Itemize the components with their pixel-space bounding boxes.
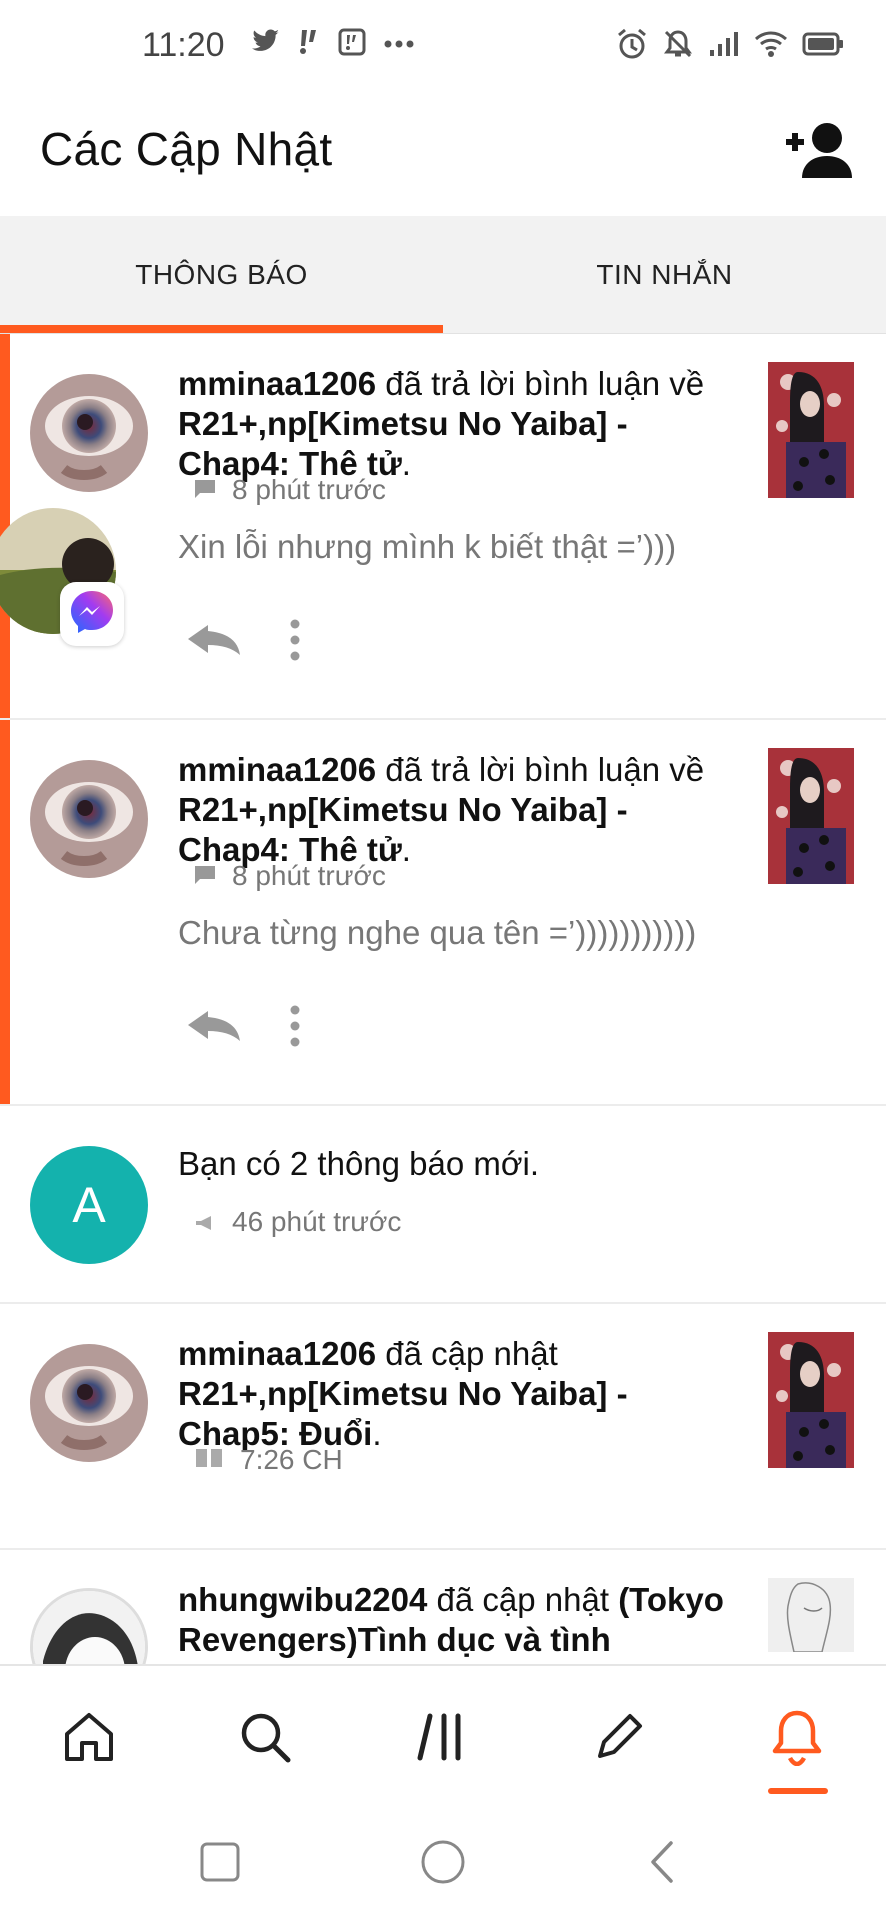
twitter-icon	[250, 29, 280, 60]
item-meta: 8 phút trước	[194, 474, 386, 506]
notification-list[interactable]: mminaa1206 đã trả lời bình luận về R21+,…	[0, 334, 886, 1664]
item-actions	[186, 1004, 302, 1053]
back-icon	[647, 1839, 677, 1890]
recent-apps-icon	[199, 1841, 241, 1888]
notification-text: nhungwibu2204 đã cập nhật (Tokyo Revenge…	[178, 1580, 738, 1664]
recent-apps-button[interactable]	[190, 1834, 250, 1894]
back-button[interactable]	[632, 1834, 692, 1894]
nav-library-button[interactable]	[408, 1704, 478, 1774]
comment-preview: Xin lỗi nhưng mình k biết thật =’)))	[178, 528, 677, 565]
avatar[interactable]	[30, 1588, 148, 1664]
avatar-letter: A	[72, 1177, 106, 1233]
wifi-icon	[754, 30, 788, 63]
comment-icon	[194, 474, 216, 506]
list-item[interactable]: mminaa1206 đã trả lời bình luận về R21+,…	[0, 720, 886, 1106]
reply-button[interactable]	[186, 623, 242, 662]
comment-preview: Chưa từng nghe qua tên =’)))))))))))	[178, 914, 697, 951]
timestamp: 46 phút trước	[232, 1206, 402, 1237]
status-left-icons	[250, 28, 414, 61]
nav-home-button[interactable]	[54, 1704, 124, 1774]
mute-icon	[662, 28, 694, 65]
notification-text: mminaa1206 đã trả lời bình luận về R21+,…	[178, 751, 705, 868]
bottom-nav	[0, 1664, 886, 1804]
avatar[interactable]	[30, 760, 148, 878]
nav-write-button[interactable]	[584, 1704, 654, 1774]
timestamp: 8 phút trước	[232, 474, 386, 505]
more-dots-icon	[384, 36, 414, 54]
username[interactable]: mminaa1206	[178, 751, 376, 788]
username[interactable]: nhungwibu2204	[178, 1581, 427, 1618]
more-vertical-icon	[288, 619, 302, 666]
nav-notifications-button[interactable]	[762, 1704, 832, 1774]
list-item[interactable]: A Bạn có 2 thông báo mới. 46 phút trước	[0, 1106, 886, 1304]
item-meta: 7:26 CH	[194, 1444, 343, 1476]
tab-notifications[interactable]: THÔNG BÁO	[0, 216, 443, 334]
notification-text: Bạn có 2 thông báo mới.	[178, 1145, 540, 1182]
nav-search-button[interactable]	[230, 1704, 300, 1774]
status-time: 11:20	[142, 26, 225, 64]
write-icon	[592, 1710, 646, 1769]
messenger-icon	[68, 588, 116, 641]
timestamp: 8 phút trước	[232, 860, 386, 891]
nav-active-indicator	[768, 1788, 828, 1794]
item-actions	[186, 618, 302, 667]
avatar[interactable]	[30, 374, 148, 492]
page-title: Các Cập Nhật	[40, 123, 333, 175]
story-thumbnail[interactable]	[768, 1578, 854, 1652]
home-icon	[62, 1710, 116, 1769]
story-thumbnail[interactable]	[768, 362, 854, 498]
active-tab-indicator	[0, 325, 443, 333]
system-nav-bar	[0, 1804, 886, 1920]
home-circle-icon	[420, 1839, 466, 1890]
avatar[interactable]	[30, 1344, 148, 1462]
notification-text: mminaa1206 đã trả lời bình luận về R21+,…	[178, 365, 705, 482]
reply-icon	[186, 1011, 242, 1047]
alarm-icon	[616, 28, 648, 65]
list-item[interactable]: nhungwibu2204 đã cập nhật (Tokyo Revenge…	[0, 1550, 886, 1664]
notification-app-icon	[338, 28, 366, 61]
library-icon	[416, 1710, 470, 1769]
timestamp: 7:26 CH	[240, 1444, 343, 1475]
list-item[interactable]: mminaa1206 đã cập nhật R21+,np[Kimetsu N…	[0, 1304, 886, 1550]
book-icon	[194, 1444, 224, 1476]
add-user-icon	[782, 123, 856, 186]
battery-icon	[802, 31, 844, 62]
more-vertical-icon	[288, 1005, 302, 1052]
tab-bar: THÔNG BÁO TIN NHẮN	[0, 216, 886, 334]
more-options-button[interactable]	[288, 618, 302, 667]
story-title[interactable]: R21+,np[Kimetsu No Yaiba] - Chap5: Đuổi	[178, 1375, 628, 1452]
add-user-button[interactable]	[782, 118, 856, 182]
home-system-button[interactable]	[413, 1834, 473, 1894]
item-meta: 46 phút trước	[194, 1206, 401, 1238]
messenger-badge[interactable]	[60, 582, 124, 646]
status-bar: 11:20	[0, 0, 886, 90]
search-icon	[238, 1710, 292, 1769]
comment-icon	[194, 860, 216, 892]
notification-app-icon	[298, 28, 320, 61]
megaphone-icon	[194, 1206, 216, 1238]
status-right-icons	[616, 28, 844, 65]
app-header: Các Cập Nhật	[0, 100, 886, 216]
item-meta: 8 phút trước	[194, 860, 386, 892]
reply-button[interactable]	[186, 1009, 242, 1048]
story-thumbnail[interactable]	[768, 748, 854, 884]
signal-icon	[708, 30, 740, 63]
reply-icon	[186, 625, 242, 661]
username[interactable]: mminaa1206	[178, 365, 376, 402]
story-thumbnail[interactable]	[768, 1332, 854, 1468]
list-item[interactable]: mminaa1206 đã trả lời bình luận về R21+,…	[0, 334, 886, 720]
username[interactable]: mminaa1206	[178, 1335, 376, 1372]
tab-messages[interactable]: TIN NHẮN	[443, 216, 886, 334]
more-options-button[interactable]	[288, 1004, 302, 1053]
notification-text: mminaa1206 đã cập nhật R21+,np[Kimetsu N…	[178, 1335, 628, 1452]
avatar[interactable]: A	[30, 1146, 148, 1264]
notifications-icon	[770, 1708, 824, 1771]
